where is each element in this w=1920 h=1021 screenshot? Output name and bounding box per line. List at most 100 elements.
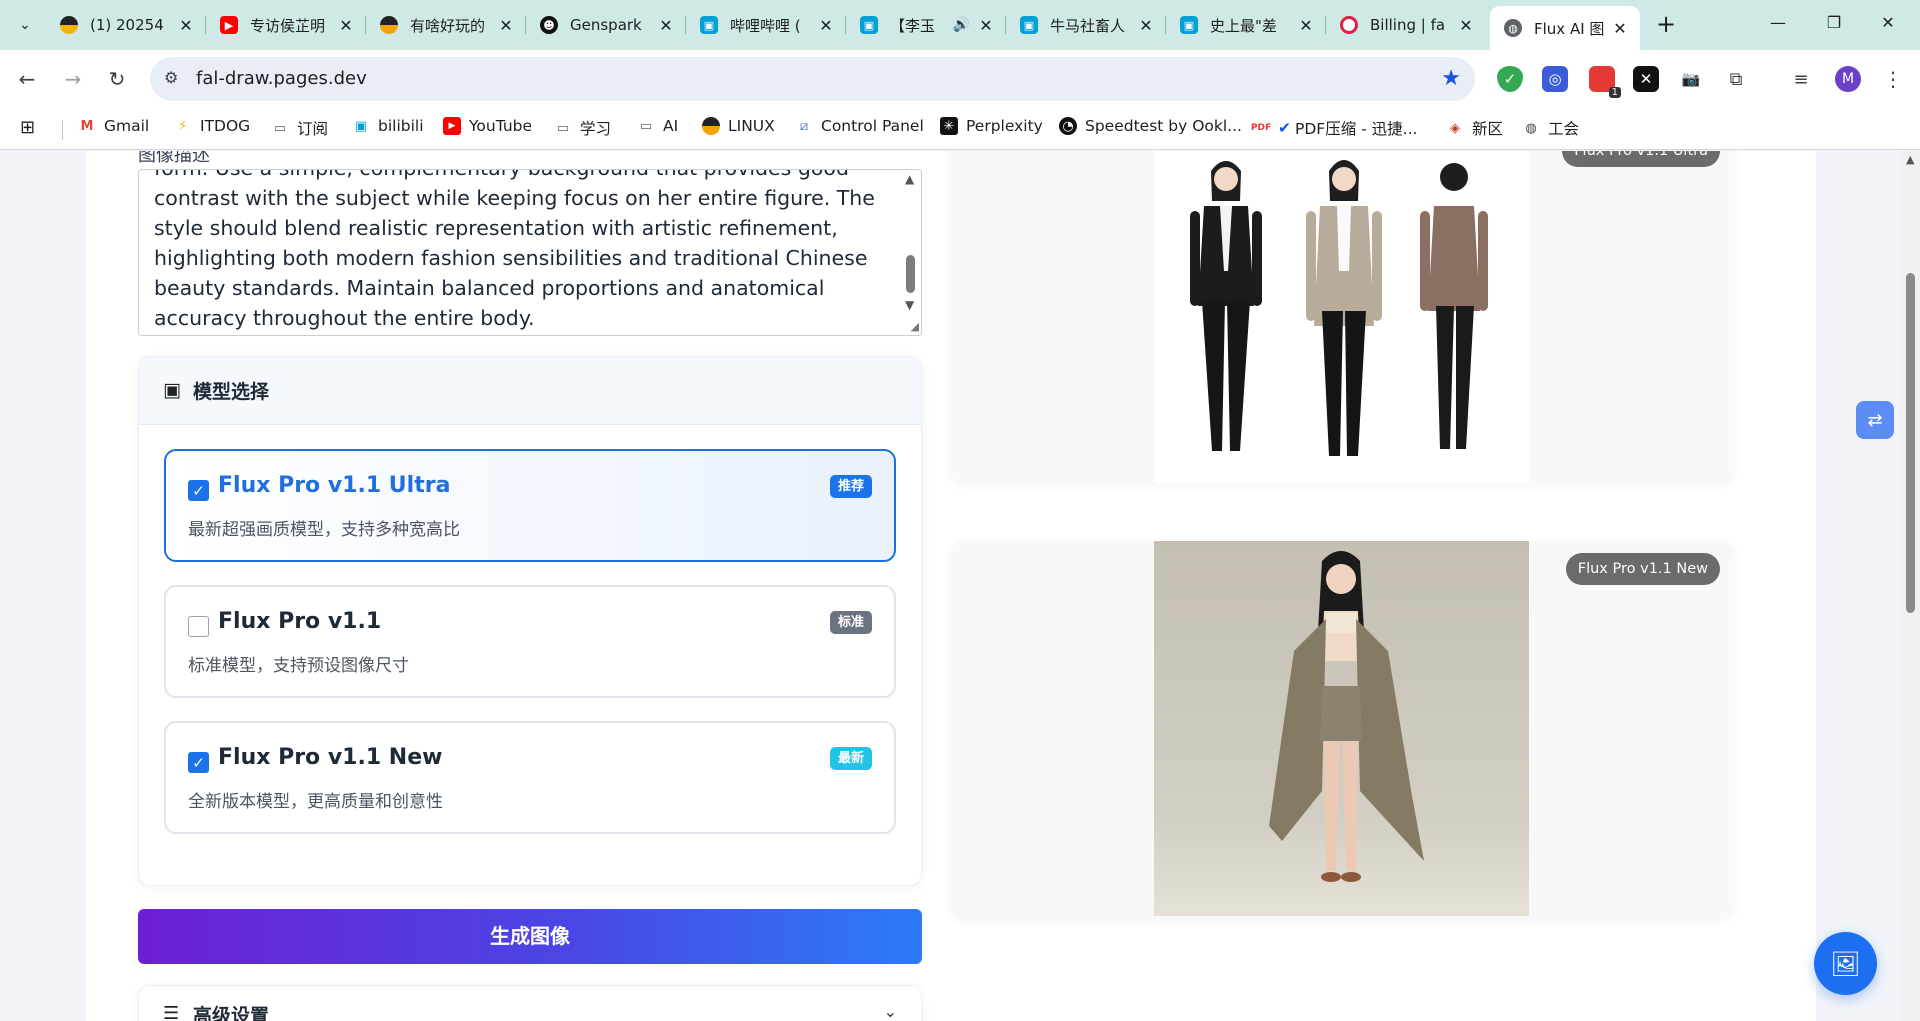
bookmark-star-icon[interactable]: ★ <box>1441 66 1461 91</box>
extension-badge: 1 <box>1608 87 1621 98</box>
folder-icon: ▭ <box>639 118 653 134</box>
url-text[interactable]: fal-draw.pages.dev <box>196 68 367 89</box>
model-option-new[interactable]: ✓ Flux Pro v1.1 New 全新版本模型，更高质量和创意性 最新 <box>164 721 896 834</box>
bookmark-folder[interactable]: ▭ 订阅 <box>271 117 328 139</box>
bookmark-linux[interactable]: LINUX <box>702 117 775 135</box>
extension-icon[interactable]: ◎ <box>1542 66 1568 92</box>
extension-with-badge-icon[interactable]: 1 <box>1589 66 1621 98</box>
reload-button[interactable]: ↻ <box>102 64 132 94</box>
model-checkbox[interactable] <box>188 616 209 637</box>
browser-tab[interactable]: Billing | fa ✕ <box>1326 6 1486 44</box>
bookmark-folder[interactable]: ▭ AI <box>637 117 678 135</box>
tab-search-button[interactable]: ⌄ <box>10 12 40 38</box>
prompt-text[interactable]: form. Use a simple, complementary backgr… <box>154 170 894 333</box>
browser-tab[interactable]: (1) 20254 ✕ <box>46 6 206 44</box>
perplexity-icon: ✳ <box>940 117 958 135</box>
bookmark-speedtest[interactable]: ◔ Speedtest by Ookl... <box>1059 117 1242 135</box>
speaker-icon[interactable]: 🔊 <box>953 17 970 33</box>
site-settings-icon[interactable]: ⚙ <box>164 68 178 87</box>
browser-tab[interactable]: ☻ Genspark ✕ <box>526 6 686 44</box>
news-icon: ◈ <box>1450 120 1460 136</box>
browser-tab[interactable]: ▶ 专访侯芷明 ✕ <box>206 6 366 44</box>
scroll-up-icon[interactable]: ▲ <box>1906 153 1914 166</box>
itdog-icon: ⚡ <box>178 118 188 134</box>
new-tab-button[interactable]: + <box>1651 10 1681 40</box>
page-scrollbar[interactable]: ▲ <box>1901 151 1920 1021</box>
back-button[interactable]: ← <box>12 64 42 94</box>
model-description: 全新版本模型，更高质量和创意性 <box>188 792 443 812</box>
minimize-button[interactable]: — <box>1758 8 1798 38</box>
generated-image[interactable] <box>1154 541 1529 916</box>
bookmark-folder[interactable]: ▭ 学习 <box>554 117 611 139</box>
browser-tab[interactable]: ▣ 哔哩哔哩 ( ✕ <box>686 6 846 44</box>
address-bar[interactable]: ⚙ fal-draw.pages.dev ★ <box>150 57 1475 101</box>
bookmark-label: Gmail <box>104 117 150 135</box>
chevron-down-icon[interactable]: ⌄ <box>884 1002 897 1021</box>
bilibili-tv-icon: ▣ <box>354 118 368 134</box>
bookmark-youtube[interactable]: ▶ YouTube <box>443 117 532 135</box>
bookmark-news[interactable]: ◈ 新区 <box>1446 117 1503 139</box>
profile-avatar[interactable]: M <box>1835 66 1861 92</box>
puzzle-extensions-icon[interactable]: ⧉ <box>1723 66 1749 92</box>
bookmarks-separator <box>62 120 63 140</box>
advanced-settings-card[interactable]: ☰ 高级设置 ⌄ <box>138 985 922 1021</box>
model-option-standard[interactable]: Flux Pro v1.1 标准模型，支持预设图像尺寸 标准 <box>164 585 896 698</box>
close-icon[interactable]: ✕ <box>336 16 356 35</box>
translate-icon[interactable]: ⇄ <box>1856 401 1894 439</box>
close-icon[interactable]: ✕ <box>1136 16 1156 35</box>
close-icon[interactable]: ✕ <box>656 16 676 35</box>
gallery-button[interactable]: 🖼 <box>1814 932 1877 995</box>
bookmark-gmail[interactable]: M Gmail <box>78 117 150 135</box>
bookmark-union[interactable]: ◍ 工会 <box>1522 117 1579 139</box>
bookmark-control-panel[interactable]: ⧄ Control Panel <box>795 117 924 135</box>
close-icon[interactable]: ✕ <box>1610 19 1630 38</box>
shield-extension-icon[interactable]: ✓ <box>1497 66 1523 92</box>
page-scroll-thumb[interactable] <box>1906 273 1915 613</box>
tab-title: 哔哩哔哩 ( <box>730 16 801 35</box>
forward-button[interactable]: → <box>58 64 88 94</box>
browser-tab[interactable]: ▣ 史上最"差 ✕ <box>1166 6 1326 44</box>
page-viewport: 图像描述 form. Use a simple, complementary b… <box>0 151 1920 1021</box>
youtube-icon: ▶ <box>443 117 461 135</box>
bookmark-perplexity[interactable]: ✳ Perplexity <box>940 117 1043 135</box>
generate-image-button[interactable]: 生成图像 <box>138 909 922 964</box>
browser-tab[interactable]: ▣ 牛马社畜人 ✕ <box>1006 6 1166 44</box>
scroll-up-icon[interactable]: ▲ <box>905 172 914 186</box>
bookmark-pdf[interactable]: PDF ✔ PDF压缩 - 迅捷... <box>1251 117 1418 139</box>
close-icon[interactable]: ✕ <box>1456 16 1476 35</box>
model-option-ultra[interactable]: ✓ Flux Pro v1.1 Ultra 最新超强画质模型，支持多种宽高比 推… <box>164 449 896 562</box>
resize-handle-icon[interactable]: ◢ <box>911 320 919 333</box>
prompt-textarea[interactable]: form. Use a simple, complementary backgr… <box>138 169 922 336</box>
generated-image[interactable] <box>1154 151 1529 483</box>
restore-button[interactable]: ❐ <box>1814 8 1854 38</box>
globe-icon: ◍ <box>1525 120 1537 136</box>
genspark-icon: ☻ <box>540 16 558 34</box>
app-container: 图像描述 form. Use a simple, complementary b… <box>86 151 1816 1021</box>
browser-tab[interactable]: ▣ 【李玉 🔊 ✕ <box>846 6 1006 44</box>
menu-kebab-icon[interactable]: ⋮ <box>1880 66 1906 92</box>
browser-tab[interactable]: 有啥好玩的 ✕ <box>366 6 526 44</box>
close-icon[interactable]: ✕ <box>816 16 836 35</box>
model-checkbox[interactable]: ✓ <box>188 480 209 501</box>
bookmark-label: 工会 <box>1548 120 1580 138</box>
youtube-icon: ▶ <box>220 16 238 34</box>
bookmark-itdog[interactable]: ⚡ ITDOG <box>174 117 250 135</box>
close-icon[interactable]: ✕ <box>976 16 996 35</box>
model-checkbox[interactable]: ✓ <box>188 752 209 773</box>
x-extension-icon[interactable]: ✕ <box>1633 66 1659 92</box>
model-name: Flux Pro v1.1 New <box>218 745 443 770</box>
close-icon[interactable]: ✕ <box>176 16 196 35</box>
prompt-scrollbar[interactable]: ▲ ▼ <box>901 170 921 335</box>
apps-grid-icon[interactable]: ⊞ <box>20 117 35 138</box>
close-icon[interactable]: ✕ <box>1296 16 1316 35</box>
scroll-down-icon[interactable]: ▼ <box>905 298 914 312</box>
model-selection-header: ▣ 模型选择 <box>139 357 921 425</box>
close-icon[interactable]: ✕ <box>496 16 516 35</box>
media-controls-icon[interactable]: ≡ <box>1788 66 1814 92</box>
prompt-scroll-thumb[interactable] <box>906 255 915 293</box>
bookmark-bilibili[interactable]: ▣ bilibili <box>352 117 424 135</box>
browser-tab-active[interactable]: ◍ Flux AI 图 ✕ <box>1490 6 1640 50</box>
camera-icon[interactable]: 📷 <box>1678 66 1704 92</box>
close-window-button[interactable]: ✕ <box>1868 8 1908 38</box>
three-view-figure-image <box>1154 151 1529 483</box>
